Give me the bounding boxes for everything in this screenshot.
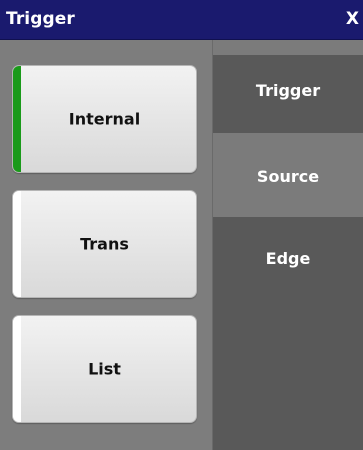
close-button[interactable]: X [346,9,359,29]
window-title: Trigger [6,9,75,29]
tab-strip: Trigger Source Edge [213,40,363,450]
tab-edge[interactable]: Edge [213,217,363,450]
tab-source[interactable]: Source [213,133,363,217]
title-bar: Trigger X [0,0,363,40]
options-panel: Internal Trans List [0,40,212,450]
list-button-label: List [88,359,121,379]
internal-button-label: Internal [68,109,141,129]
trans-button[interactable]: Trans [12,190,197,298]
trans-button-label: Trans [80,234,129,254]
tab-strip-spacer [213,40,363,55]
tab-trigger[interactable]: Trigger [213,55,363,133]
list-button[interactable]: List [12,315,197,423]
internal-button[interactable]: Internal [12,65,197,173]
